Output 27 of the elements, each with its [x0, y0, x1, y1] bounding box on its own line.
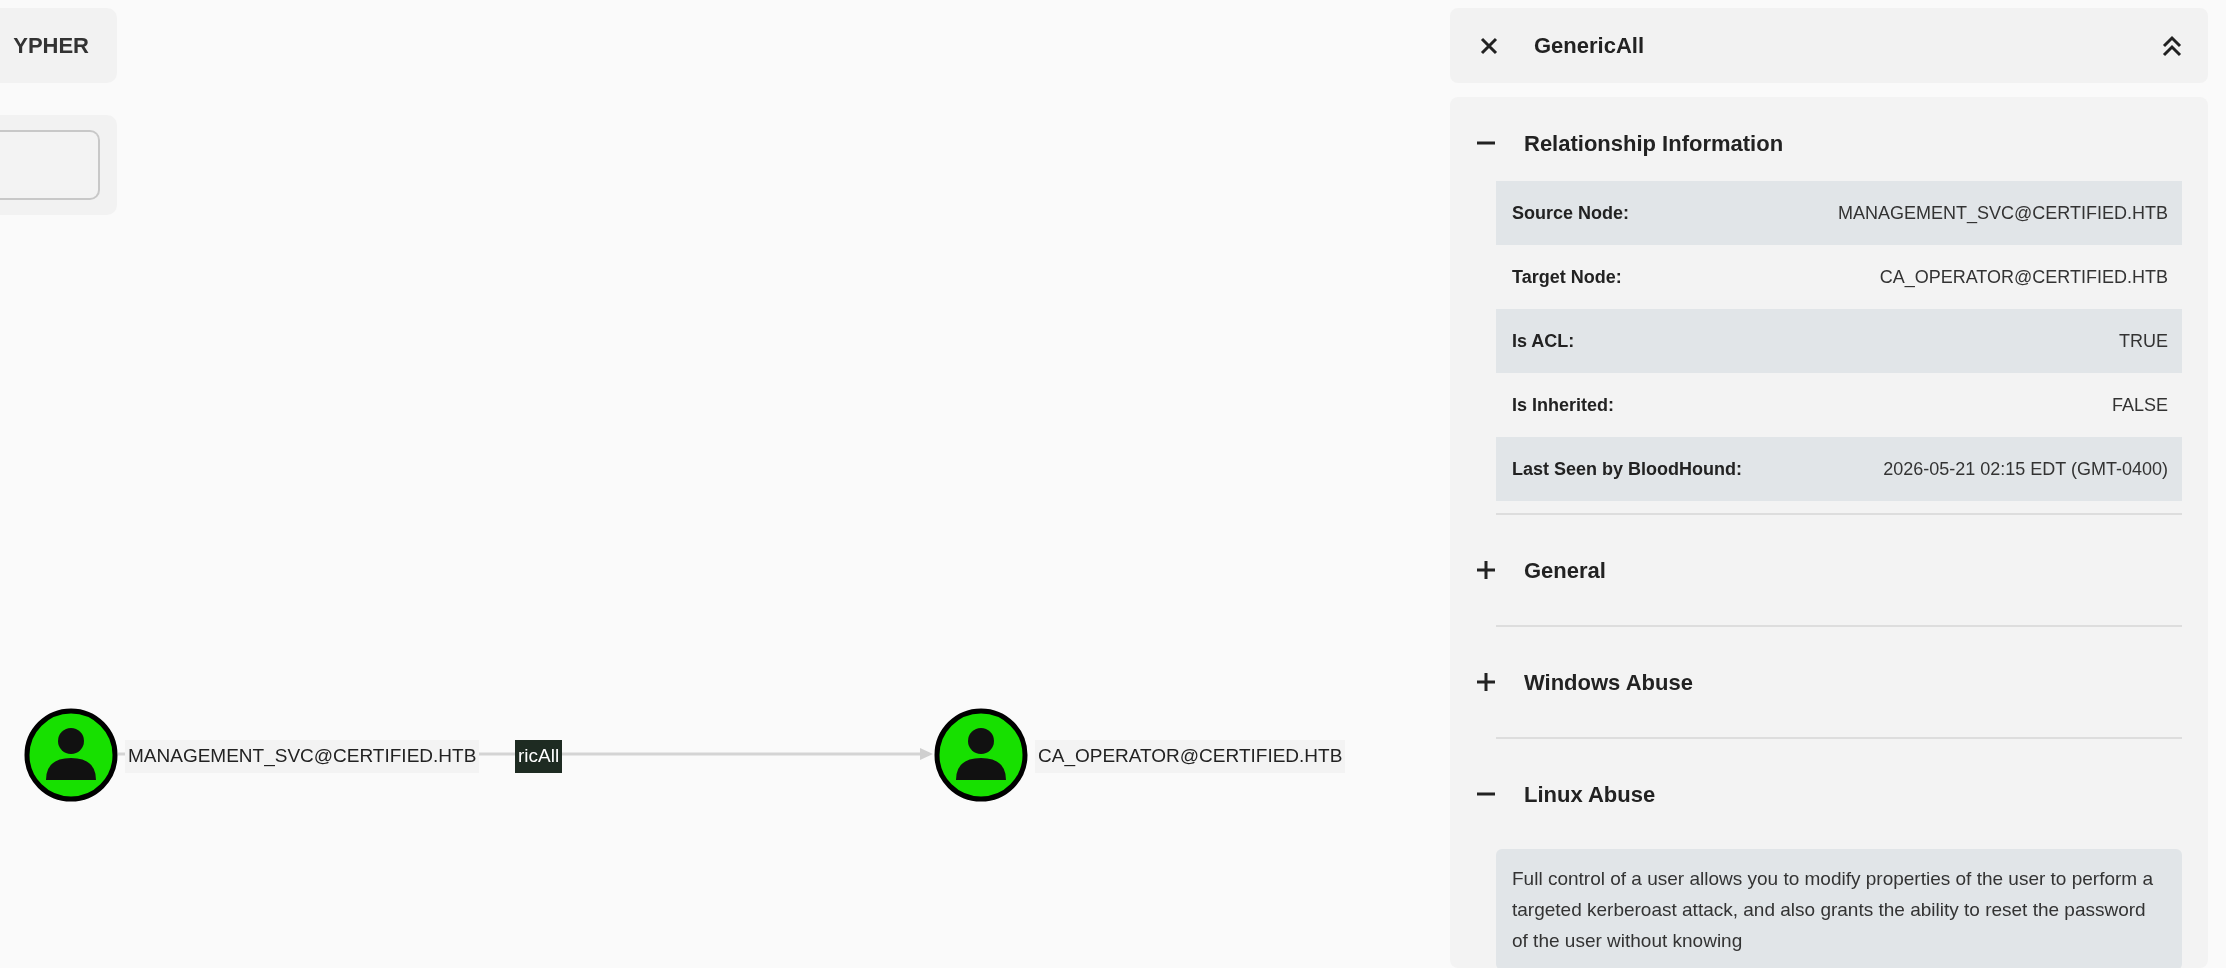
- property-label: Source Node:: [1512, 201, 1630, 225]
- property-label: Last Seen by BloodHound:: [1512, 457, 1742, 481]
- property-value: MANAGEMENT_SVC@CERTIFIED.HTB: [1838, 201, 2168, 226]
- property-value: TRUE: [2119, 329, 2168, 353]
- edge-label: ricAll: [515, 740, 563, 773]
- user-node-icon[interactable]: [24, 708, 118, 802]
- node-label: CA_OPERATOR@CERTIFIED.HTB: [1035, 740, 1346, 773]
- property-label: Is Inherited:: [1512, 393, 1614, 417]
- plus-icon[interactable]: [1476, 672, 1496, 692]
- double-chevron-up-icon[interactable]: [2162, 34, 2182, 57]
- section-title[interactable]: Linux Abuse: [1524, 777, 1656, 811]
- property-label: Is ACL:: [1512, 329, 1575, 353]
- section-title[interactable]: Relationship Information: [1524, 126, 1784, 160]
- close-icon[interactable]: [1480, 36, 1498, 55]
- property-value: CA_OPERATOR@CERTIFIED.HTB: [1879, 265, 2168, 290]
- property-value: FALSE: [2111, 393, 2168, 417]
- panel-title: GenericAll: [1534, 32, 1646, 60]
- query-tab[interactable]: YPHER: [0, 8, 117, 83]
- property-value: 2026-05-21 02:15 EDT (GMT-0400): [1883, 457, 2168, 481]
- node-label: MANAGEMENT_SVC@CERTIFIED.HTB: [125, 740, 480, 773]
- property-label: Target Node:: [1512, 265, 1622, 289]
- search-field[interactable]: [0, 130, 100, 200]
- plus-icon[interactable]: [1476, 560, 1496, 580]
- user-node-icon[interactable]: [934, 708, 1028, 802]
- section-title[interactable]: General: [1524, 553, 1606, 587]
- section-title[interactable]: Windows Abuse: [1524, 665, 1693, 699]
- description-text: Full control of a user allows you to modify properties of the user to perform a targeted kerberoast attack, and also grants the ability to reset the password of the user without knowing: [1496, 849, 2182, 968]
